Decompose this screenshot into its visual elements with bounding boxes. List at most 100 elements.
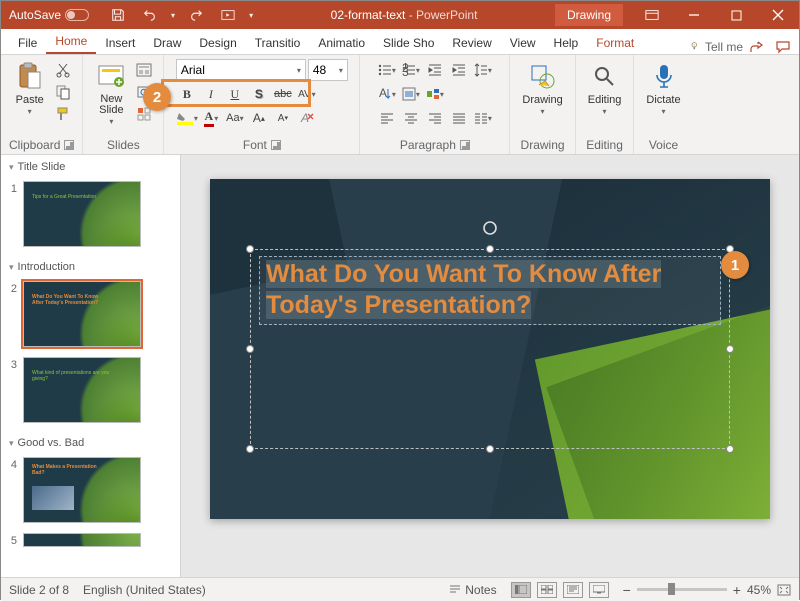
comments-icon[interactable] bbox=[775, 40, 791, 54]
slide-canvas-area[interactable]: What Do You Want To Know After Today's P… bbox=[181, 155, 799, 577]
change-case-button[interactable]: Aa▾ bbox=[224, 107, 246, 129]
resize-handle[interactable] bbox=[246, 445, 254, 453]
zoom-slider-thumb[interactable] bbox=[668, 583, 675, 595]
language-status[interactable]: English (United States) bbox=[83, 583, 206, 597]
cut-icon[interactable] bbox=[52, 59, 74, 81]
start-from-beginning-icon[interactable] bbox=[217, 4, 239, 26]
tell-me-search[interactable]: Tell me bbox=[689, 40, 749, 54]
slideshow-view-icon[interactable] bbox=[589, 582, 609, 598]
tab-format[interactable]: Format bbox=[587, 32, 643, 54]
close-button[interactable] bbox=[757, 1, 799, 29]
resize-handle[interactable] bbox=[726, 445, 734, 453]
text-selection-inner[interactable]: What Do You Want To Know After Today's P… bbox=[259, 256, 721, 325]
redo-icon[interactable] bbox=[185, 4, 207, 26]
numbering-button[interactable]: 123▾ bbox=[400, 59, 422, 81]
shrink-font-icon[interactable]: A▾ bbox=[272, 107, 294, 129]
notes-toggle[interactable]: Notes bbox=[449, 583, 496, 597]
shadow-button[interactable]: S bbox=[248, 83, 270, 105]
tab-help[interactable]: Help bbox=[545, 32, 588, 54]
editing-button[interactable]: Editing ▾ bbox=[584, 59, 626, 118]
align-left-icon[interactable] bbox=[376, 107, 398, 129]
normal-view-icon[interactable] bbox=[511, 582, 531, 598]
undo-icon[interactable] bbox=[139, 4, 161, 26]
layout-icon[interactable] bbox=[133, 59, 155, 81]
slide-thumbnail-1[interactable]: Tips for a Great Presentation bbox=[23, 181, 141, 247]
font-size-selector[interactable]: 48▾ bbox=[308, 59, 348, 81]
slide-thumbnail-2[interactable]: What Do You Want To Know After Today's P… bbox=[23, 281, 141, 347]
slide-thumbnail-4[interactable]: What Makes a Presentation Bad? bbox=[23, 457, 141, 523]
line-spacing-icon[interactable]: ▾ bbox=[472, 59, 494, 81]
tab-home[interactable]: Home bbox=[46, 30, 96, 54]
slide-title-text[interactable]: What Do You Want To Know After Today's P… bbox=[266, 260, 661, 319]
autosave-switch[interactable] bbox=[65, 9, 89, 21]
clipboard-dialog-launcher[interactable] bbox=[64, 140, 74, 150]
reading-view-icon[interactable] bbox=[563, 582, 583, 598]
highlight-color-button[interactable]: ▾ bbox=[176, 107, 198, 129]
fit-to-window-icon[interactable] bbox=[777, 584, 791, 596]
underline-button[interactable]: U bbox=[224, 83, 246, 105]
drawing-button[interactable]: Drawing ▾ bbox=[518, 59, 566, 118]
paragraph-dialog-launcher[interactable] bbox=[460, 140, 470, 150]
tab-transitions[interactable]: Transitio bbox=[246, 32, 310, 54]
resize-handle[interactable] bbox=[486, 245, 494, 253]
format-painter-icon[interactable] bbox=[52, 103, 74, 125]
font-color-button[interactable]: A▾ bbox=[200, 107, 222, 129]
tab-review[interactable]: Review bbox=[443, 32, 500, 54]
new-slide-button[interactable]: New Slide ▾ bbox=[91, 59, 131, 128]
resize-handle[interactable] bbox=[246, 245, 254, 253]
strikethrough-button[interactable]: abc bbox=[272, 83, 294, 105]
italic-button[interactable]: I bbox=[200, 83, 222, 105]
resize-handle[interactable] bbox=[486, 445, 494, 453]
slide-thumbnails-pane[interactable]: Title Slide 1 Tips for a Great Presentat… bbox=[1, 155, 181, 577]
undo-more-icon[interactable]: ▾ bbox=[171, 11, 175, 20]
tab-animations[interactable]: Animatio bbox=[309, 32, 374, 54]
zoom-value[interactable]: 45% bbox=[747, 583, 771, 597]
char-spacing-button[interactable]: AV▾ bbox=[296, 83, 318, 105]
decrease-indent-icon[interactable] bbox=[424, 59, 446, 81]
slide-sorter-view-icon[interactable] bbox=[537, 582, 557, 598]
slide-thumbnail-5[interactable] bbox=[23, 533, 141, 547]
bullets-button[interactable]: ▾ bbox=[376, 59, 398, 81]
share-icon[interactable] bbox=[749, 40, 765, 54]
bold-button[interactable]: B bbox=[176, 83, 198, 105]
justify-icon[interactable] bbox=[448, 107, 470, 129]
resize-handle[interactable] bbox=[726, 345, 734, 353]
grow-font-icon[interactable]: A▴ bbox=[248, 107, 270, 129]
tab-design[interactable]: Design bbox=[190, 32, 245, 54]
qat-customize-icon[interactable]: ▾ bbox=[249, 11, 253, 20]
align-right-icon[interactable] bbox=[424, 107, 446, 129]
align-center-icon[interactable] bbox=[400, 107, 422, 129]
tab-view[interactable]: View bbox=[501, 32, 545, 54]
minimize-button[interactable] bbox=[673, 1, 715, 29]
autosave-toggle[interactable]: AutoSave bbox=[9, 8, 89, 22]
save-icon[interactable] bbox=[107, 4, 129, 26]
clear-formatting-icon[interactable]: A bbox=[296, 107, 318, 129]
maximize-button[interactable] bbox=[715, 1, 757, 29]
zoom-slider[interactable] bbox=[637, 588, 727, 591]
font-family-selector[interactable]: Arial▾ bbox=[176, 59, 306, 81]
slide-position[interactable]: Slide 2 of 8 bbox=[9, 583, 69, 597]
tab-insert[interactable]: Insert bbox=[96, 32, 144, 54]
smartart-icon[interactable]: ▾ bbox=[424, 83, 446, 105]
slide-canvas[interactable]: What Do You Want To Know After Today's P… bbox=[210, 179, 770, 519]
zoom-out-icon[interactable]: − bbox=[623, 582, 631, 598]
font-dialog-launcher[interactable] bbox=[271, 140, 281, 150]
rotation-handle[interactable] bbox=[482, 220, 498, 236]
columns-icon[interactable]: ▾ bbox=[472, 107, 494, 129]
text-direction-icon[interactable]: A▾ bbox=[376, 83, 398, 105]
slide-thumbnail-3[interactable]: What kind of presentations are you givin… bbox=[23, 357, 141, 423]
copy-icon[interactable] bbox=[52, 81, 74, 103]
text-placeholder-selection[interactable]: What Do You Want To Know After Today's P… bbox=[250, 249, 730, 449]
increase-indent-icon[interactable] bbox=[448, 59, 470, 81]
ribbon-display-options-icon[interactable] bbox=[631, 1, 673, 29]
tab-draw[interactable]: Draw bbox=[144, 32, 190, 54]
zoom-in-icon[interactable]: + bbox=[733, 582, 741, 598]
paste-button[interactable]: Paste ▾ bbox=[10, 59, 50, 118]
resize-handle[interactable] bbox=[246, 345, 254, 353]
section-header[interactable]: Title Slide bbox=[1, 155, 180, 179]
dictate-button[interactable]: Dictate ▾ bbox=[642, 59, 684, 118]
tab-file[interactable]: File bbox=[9, 32, 46, 54]
tab-slideshow[interactable]: Slide Sho bbox=[374, 32, 443, 54]
align-text-icon[interactable]: ▾ bbox=[400, 83, 422, 105]
section-header[interactable]: Good vs. Bad bbox=[1, 431, 180, 455]
